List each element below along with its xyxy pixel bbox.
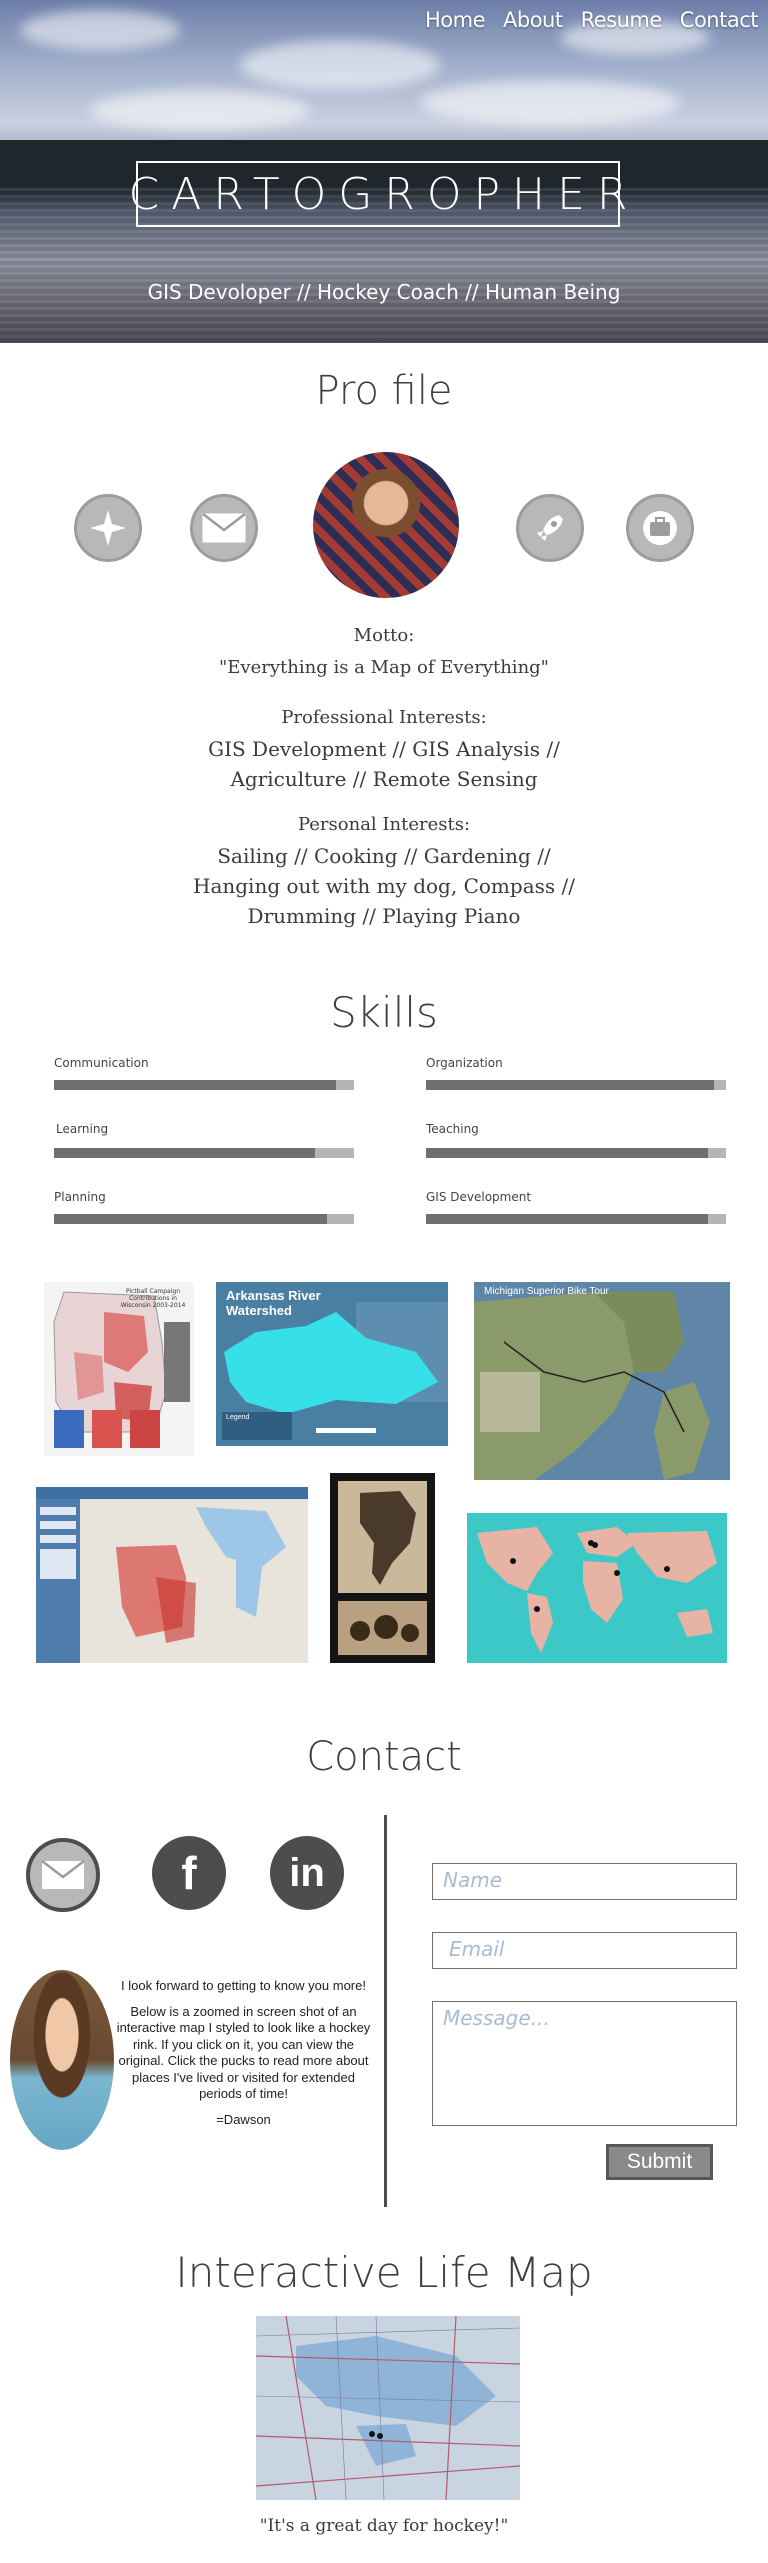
resume-button[interactable]	[626, 494, 694, 562]
skill-bar	[426, 1148, 726, 1158]
skill-label: Planning	[54, 1190, 106, 1204]
hero-tagline: GIS Devoloper // Hockey Coach // Human B…	[147, 280, 621, 304]
professional-label: Professional Interests:	[281, 707, 487, 728]
portfolio-button[interactable]	[516, 494, 584, 562]
submit-button[interactable]: Submit	[606, 2144, 713, 2180]
life-map-graphic	[256, 2316, 520, 2500]
skills-title: Skills	[330, 988, 438, 1037]
skill-label: Learning	[56, 1122, 109, 1136]
envelope-icon	[202, 513, 246, 543]
skill-label: Communication	[54, 1056, 149, 1070]
email-placeholder: Email	[449, 1937, 505, 1961]
michigan-bike-tour-graphic	[474, 1282, 730, 1480]
michigan-map-title: Michigan Superior Bike Tour	[484, 1286, 609, 1297]
skill-bar	[54, 1214, 354, 1224]
south-america-map-thumb[interactable]	[330, 1473, 435, 1663]
south-america-graphic	[330, 1473, 435, 1663]
hero-banner: Home About Resume Contact CARTOGROPHER G…	[0, 0, 768, 343]
world-map-thumb[interactable]	[467, 1513, 727, 1663]
personal-line-1: Sailing // Cooking // Gardening //	[217, 844, 551, 868]
personal-label: Personal Interests:	[297, 814, 471, 835]
linkedin-icon: in	[289, 1850, 325, 1895]
skill-bar-fill	[54, 1148, 315, 1158]
name-placeholder: Name	[443, 1868, 503, 1892]
arkansas-map-legend: Legend	[226, 1414, 250, 1421]
contact-note: I look forward to getting to know you mo…	[112, 1978, 375, 2128]
skill-label: GIS Development	[426, 1190, 532, 1204]
skill-bar	[54, 1080, 354, 1090]
note-intro: I look forward to getting to know you mo…	[121, 1978, 366, 1993]
skill-bar-fill	[426, 1148, 708, 1158]
skill-bar-fill	[54, 1080, 336, 1090]
michigan-map-thumb[interactable]: Michigan Superior Bike Tour	[474, 1282, 730, 1480]
nav-contact[interactable]: Contact	[680, 8, 759, 32]
top-nav: Home About Resume Contact	[425, 8, 759, 32]
arkansas-map-title: Arkansas River Watershed	[226, 1288, 321, 1318]
midwest-web-map-graphic	[36, 1487, 308, 1663]
nav-resume[interactable]: Resume	[581, 8, 663, 32]
skill-bar	[426, 1080, 726, 1090]
contact-divider	[384, 1815, 387, 2207]
email-button[interactable]	[190, 494, 258, 562]
facebook-button[interactable]: f	[152, 1836, 226, 1910]
world-travel-graphic	[467, 1513, 727, 1663]
rocket-icon	[537, 515, 563, 541]
life-map-image[interactable]	[256, 2316, 520, 2500]
envelope-icon	[41, 1860, 85, 1889]
facebook-icon: f	[181, 1847, 197, 1899]
professional-line-2: Agriculture // Remote Sensing	[230, 767, 538, 791]
motto-text: "Everything is a Map of Everything"	[219, 657, 549, 678]
professional-line-1: GIS Development // GIS Analysis //	[208, 737, 560, 761]
skill-label: Teaching	[426, 1122, 479, 1136]
brand-title: CARTOGROPHER	[128, 168, 640, 220]
skill-bar	[426, 1214, 726, 1224]
linkedin-button[interactable]: in	[270, 1836, 344, 1910]
compass-button[interactable]	[74, 494, 142, 562]
motto-label: Motto:	[353, 625, 415, 646]
skill-bar	[54, 1148, 354, 1158]
message-field[interactable]: Message...	[432, 2001, 737, 2126]
arkansas-map-thumb[interactable]: Arkansas River Watershed Legend	[216, 1282, 448, 1446]
wisconsin-map-thumb[interactable]: Pictball Campaign Contributions in Wisco…	[44, 1282, 194, 1456]
skill-bar-fill	[426, 1080, 714, 1090]
nav-home[interactable]: Home	[425, 8, 486, 32]
personal-line-3: Drumming // Playing Piano	[247, 904, 521, 928]
personal-line-2: Hanging out with my dog, Compass //	[193, 874, 575, 898]
email-social-button[interactable]	[26, 1838, 100, 1912]
message-placeholder: Message...	[443, 2006, 550, 2030]
contact-title: Contact	[306, 1734, 462, 1780]
nav-about[interactable]: About	[503, 8, 563, 32]
lifemap-title: Interactive Life Map	[175, 2248, 593, 2297]
skill-label: Organization	[426, 1056, 503, 1070]
note-signature: =Dawson	[216, 2111, 271, 2127]
brand-logo: CARTOGROPHER	[129, 161, 628, 227]
author-photo	[10, 1970, 114, 2150]
lifemap-caption: "It's a great day for hockey!"	[259, 2516, 509, 2536]
midwest-web-map-thumb[interactable]	[36, 1487, 308, 1663]
skill-bar-fill	[54, 1214, 327, 1224]
note-body: Below is a zoomed in screen shot of an i…	[116, 2003, 371, 2102]
wisconsin-map-title: Pictball Campaign Contributions in Wisco…	[120, 1288, 186, 1309]
skill-bar-fill	[426, 1214, 708, 1224]
email-field[interactable]: Email	[432, 1932, 737, 1969]
briefcase-icon	[643, 511, 677, 545]
profile-title: Pro file	[315, 368, 453, 414]
compass-star-icon	[90, 510, 126, 546]
name-field[interactable]: Name	[432, 1863, 737, 1900]
profile-avatar	[313, 452, 459, 598]
